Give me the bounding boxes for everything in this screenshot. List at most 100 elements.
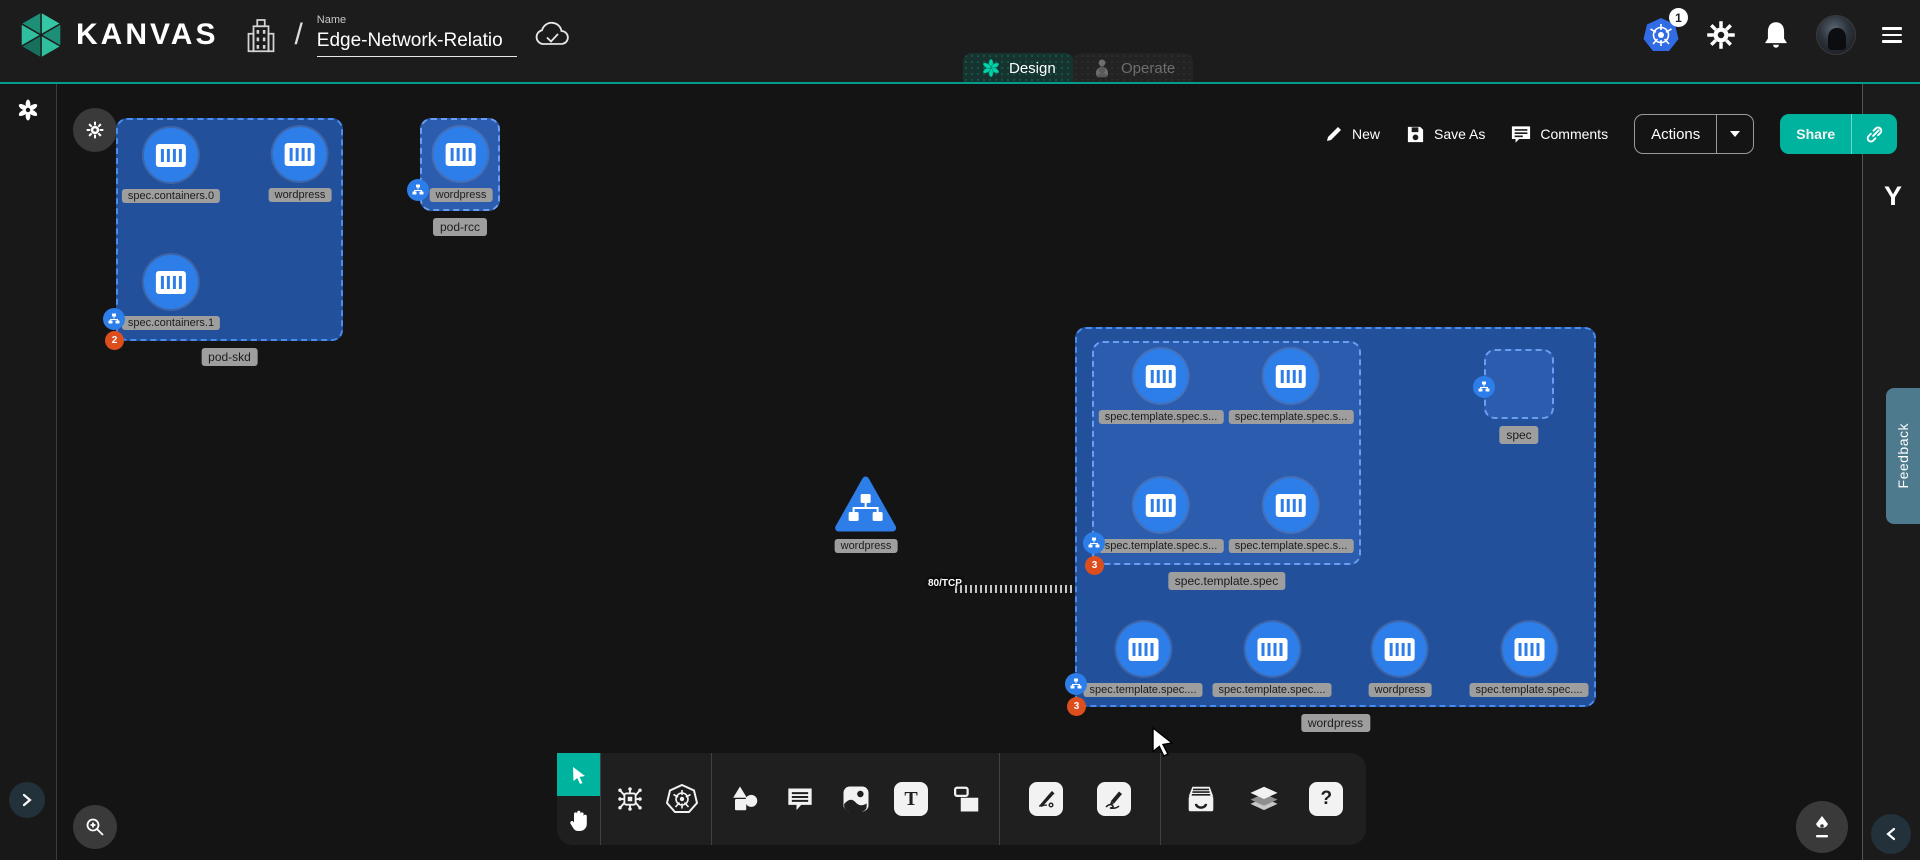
tab-operate[interactable]: Operate	[1073, 53, 1193, 83]
chevron-left-icon	[1884, 827, 1898, 841]
cursor-icon	[569, 765, 589, 785]
group-deployment-wordpress[interactable]: spec.template.spec.s... spec.template.sp…	[1075, 327, 1596, 707]
component-chip-icon	[615, 784, 645, 814]
node-label: spec.template.spec.s...	[1229, 410, 1354, 424]
container-node[interactable]: spec.template.spec....	[1084, 622, 1203, 697]
menu-hamburger-icon[interactable]	[1882, 27, 1902, 43]
chevron-right-icon	[20, 793, 34, 807]
zoom-search-button[interactable]	[73, 805, 117, 849]
container-node[interactable]: spec.containers.0	[122, 128, 220, 203]
container-node[interactable]: spec.template.spec....	[1470, 622, 1589, 697]
container-node[interactable]: spec.template.spec.s...	[1099, 349, 1224, 424]
container-node[interactable]: spec.template.spec.s...	[1229, 349, 1354, 424]
organization-icon[interactable]	[246, 16, 276, 54]
node-label: spec.template.spec.s...	[1099, 410, 1224, 424]
pod-relationship-badge[interactable]	[407, 179, 429, 201]
container-node[interactable]: wordpress	[269, 127, 332, 202]
container-node[interactable]: spec.containers.1	[122, 255, 220, 330]
drawing-mode-button[interactable]	[1796, 801, 1848, 853]
layers-icon	[1248, 784, 1280, 814]
tab-design[interactable]: Design	[963, 53, 1074, 83]
tool-pencil-draw[interactable]	[1091, 776, 1137, 822]
kanvas-brand[interactable]: KANVAS	[18, 10, 218, 60]
design-canvas[interactable]: spec.containers.0 wordpress spec.contain…	[58, 84, 1861, 860]
service-triangle-icon	[835, 476, 897, 532]
container-node[interactable]: spec.template.spec....	[1213, 622, 1332, 697]
tool-text[interactable]: T	[888, 776, 934, 822]
design-name-block: Name	[317, 14, 517, 57]
collapse-right-panel-button[interactable]	[1871, 814, 1911, 854]
group-pod-skd[interactable]: spec.containers.0 wordpress spec.contain…	[116, 118, 343, 341]
tool-pen[interactable]	[1023, 776, 1069, 822]
node-label: spec.containers.0	[122, 189, 220, 203]
deployment-relationship-badge[interactable]	[1065, 673, 1087, 695]
pod-relationship-badge[interactable]	[1473, 376, 1495, 398]
group-spec[interactable]: spec	[1484, 349, 1554, 419]
service-node-wordpress[interactable]: wordpress	[835, 476, 898, 553]
comment-box-icon	[786, 786, 814, 812]
container-icon	[1116, 622, 1170, 676]
group-label: pod-skd	[201, 348, 258, 366]
kubernetes-wheel-icon	[666, 783, 698, 815]
notifications-bell-icon[interactable]	[1762, 20, 1790, 50]
tool-drawer[interactable]	[1178, 776, 1224, 822]
container-icon	[1134, 349, 1188, 403]
hierarchy-icon	[108, 313, 120, 325]
breadcrumb-separator: /	[294, 18, 302, 52]
tool-pan-hand[interactable]	[557, 796, 600, 845]
tool-section[interactable]	[944, 776, 990, 822]
section-note-icon	[952, 784, 982, 814]
cloud-sync-icon	[533, 21, 571, 49]
text-T-icon: T	[894, 782, 928, 816]
pencil-draw-icon	[1097, 782, 1131, 816]
container-node[interactable]: wordpress	[430, 127, 493, 202]
tool-select-cursor[interactable]	[557, 753, 600, 796]
pod-relationship-badge[interactable]	[1083, 532, 1105, 554]
design-spiral-icon	[981, 58, 1001, 78]
group-label: pod-rcc	[433, 218, 487, 236]
container-icon	[434, 127, 488, 181]
canvas-settings-button[interactable]	[73, 108, 117, 152]
gear-flower-icon	[85, 120, 105, 140]
container-node[interactable]: wordpress	[1369, 622, 1432, 697]
issue-count-badge[interactable]: 3	[1085, 556, 1104, 575]
hierarchy-icon	[1478, 381, 1490, 393]
tool-image[interactable]	[833, 776, 879, 822]
edge-port-label: 80/TCP	[928, 578, 962, 589]
feedback-tab[interactable]: Feedback	[1886, 388, 1920, 524]
expand-left-panel-button[interactable]	[9, 782, 45, 818]
group-pod-rcc[interactable]: wordpress pod-rcc	[420, 118, 500, 211]
kubernetes-context-button[interactable]: 1	[1642, 16, 1680, 54]
app-header: KANVAS / Name	[0, 0, 1920, 82]
tool-comment[interactable]	[777, 776, 823, 822]
settings-gear-icon[interactable]	[1706, 20, 1736, 50]
hand-icon	[568, 809, 590, 833]
kanvas-logo-icon	[18, 10, 64, 60]
pod-relationship-badge[interactable]	[103, 308, 125, 330]
container-node[interactable]: spec.template.spec.s...	[1099, 478, 1224, 553]
node-label: wordpress	[269, 188, 332, 202]
user-avatar[interactable]	[1816, 15, 1856, 55]
tool-layers[interactable]	[1241, 776, 1287, 822]
tab-design-label: Design	[1009, 60, 1056, 77]
operate-people-icon	[1091, 58, 1113, 78]
issue-count-badge[interactable]: 3	[1067, 697, 1086, 716]
left-rail	[0, 84, 57, 860]
design-name-label: Name	[317, 14, 517, 26]
container-icon	[144, 255, 198, 309]
tool-kubernetes[interactable]	[659, 776, 705, 822]
issue-count-badge[interactable]: 2	[105, 331, 124, 350]
container-icon	[144, 128, 198, 182]
container-node[interactable]: spec.template.spec.s...	[1229, 478, 1354, 553]
node-label: spec.containers.1	[122, 316, 220, 330]
link-icon	[1865, 125, 1884, 144]
meshery-spiral-icon[interactable]	[16, 98, 40, 122]
shapes-icon	[730, 784, 760, 814]
design-name-input[interactable]	[317, 28, 517, 57]
group-spec-template-spec[interactable]: spec.template.spec.s... spec.template.sp…	[1092, 341, 1361, 565]
feedback-label: Feedback	[1895, 423, 1911, 488]
tool-component[interactable]	[607, 776, 653, 822]
tab-operate-label: Operate	[1121, 60, 1175, 77]
tool-shapes[interactable]	[722, 776, 768, 822]
tool-help[interactable]: ?	[1303, 776, 1349, 822]
